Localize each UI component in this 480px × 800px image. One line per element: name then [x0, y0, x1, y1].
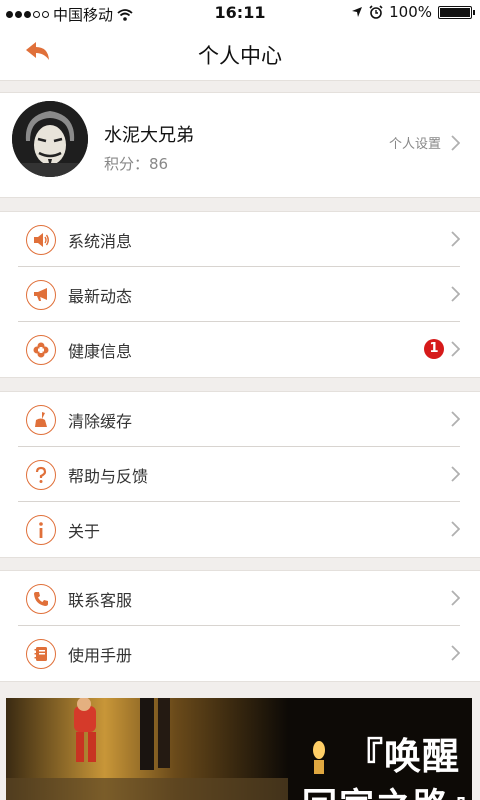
chevron-right-icon: [451, 590, 460, 606]
chevron-right-icon: [451, 231, 460, 247]
chevron-right-icon: [451, 134, 460, 151]
menu-group-messages: 系统消息 最新动态 健康信息 1: [0, 211, 480, 378]
banner-title: 『唤醒: [346, 735, 460, 778]
chevron-right-icon: [451, 341, 460, 357]
chevron-right-icon: [451, 521, 460, 537]
chevron-right-icon: [451, 466, 460, 482]
battery-percent: 100%: [389, 3, 432, 21]
profile-settings-link[interactable]: 个人设置: [389, 133, 460, 152]
menu-item-label: 帮助与反馈: [68, 467, 149, 486]
banner-subtitle: 回家之路』: [302, 778, 472, 800]
manual-icon: [26, 639, 56, 669]
menu-item-latest-news[interactable]: 最新动态: [0, 267, 480, 322]
health-cross-icon: [26, 335, 56, 365]
page-title: 个人中心: [198, 44, 282, 68]
profile-points: 积分：86: [104, 155, 169, 173]
notification-badge: 1: [424, 339, 444, 359]
chevron-right-icon: [451, 411, 460, 427]
chevron-right-icon: [451, 645, 460, 661]
menu-group-support: 清除缓存 帮助与反馈 关于: [0, 391, 480, 558]
nav-bar: 个人中心: [0, 26, 480, 81]
profile-name: 水泥大兄弟: [104, 125, 194, 146]
info-icon: [26, 515, 56, 545]
profile-settings-label: 个人设置: [388, 137, 441, 152]
menu-item-health-info[interactable]: 健康信息 1: [0, 322, 480, 377]
menu-group-service: 联系客服 使用手册: [0, 570, 480, 682]
menu-item-system-messages[interactable]: 系统消息: [0, 212, 480, 267]
battery-icon: [438, 5, 475, 19]
menu-item-label: 健康信息: [68, 342, 133, 361]
chevron-right-icon: [451, 286, 460, 302]
menu-item-label: 关于: [68, 522, 101, 541]
phone-icon: [26, 584, 56, 614]
menu-item-label: 最新动态: [68, 287, 133, 306]
promo-banner[interactable]: 『唤醒 回家之路』: [6, 698, 472, 800]
megaphone-icon: [26, 280, 56, 310]
status-right: 100%: [351, 3, 475, 21]
menu-item-user-manual[interactable]: 使用手册: [0, 626, 480, 681]
menu-item-label: 清除缓存: [68, 412, 133, 431]
question-icon: [26, 460, 56, 490]
status-bar: 中国移动 16:11 100%: [0, 0, 480, 26]
profile-card[interactable]: 水泥大兄弟 积分：86 个人设置: [0, 92, 480, 198]
menu-item-label: 联系客服: [68, 591, 133, 610]
speaker-icon: [26, 225, 56, 255]
alarm-clock-icon: [369, 5, 383, 19]
menu-item-clear-cache[interactable]: 清除缓存: [0, 392, 480, 447]
menu-item-about[interactable]: 关于: [0, 502, 480, 557]
location-arrow-icon: [352, 7, 363, 17]
avatar[interactable]: [12, 101, 88, 177]
menu-item-help-feedback[interactable]: 帮助与反馈: [0, 447, 480, 502]
broom-icon: [26, 405, 56, 435]
menu-item-label: 系统消息: [68, 232, 133, 251]
menu-item-contact-service[interactable]: 联系客服: [0, 571, 480, 626]
menu-item-label: 使用手册: [68, 646, 133, 665]
